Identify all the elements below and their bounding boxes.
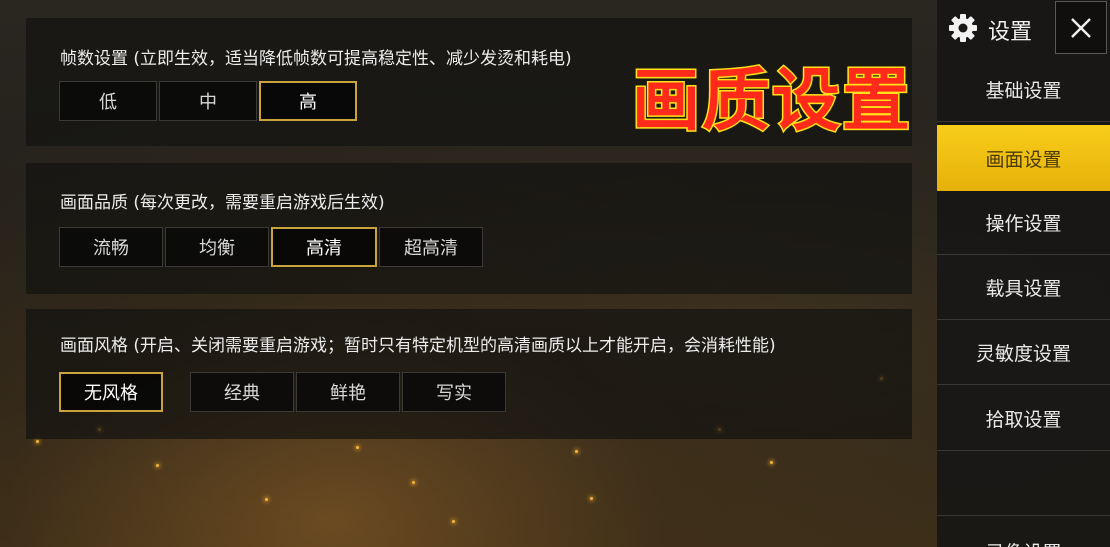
- quality-smooth-button[interactable]: 流畅: [59, 227, 163, 267]
- sidebar-title: 设置: [988, 20, 1033, 45]
- spark: [590, 497, 593, 500]
- spark: [575, 450, 578, 453]
- spark: [36, 440, 39, 443]
- graphics-style-options: 无风格 经典 鲜艳 写实: [59, 372, 508, 412]
- spark: [356, 446, 359, 449]
- style-realistic-button[interactable]: 写实: [402, 372, 506, 412]
- sidebar-item-pickup[interactable]: 拾取设置: [937, 387, 1110, 451]
- spark: [265, 498, 268, 501]
- sidebar-item-controls[interactable]: 操作设置: [937, 191, 1110, 255]
- quality-balanced-button[interactable]: 均衡: [165, 227, 269, 267]
- style-none-button[interactable]: 无风格: [59, 372, 163, 412]
- frame-rate-medium-button[interactable]: 中: [159, 81, 257, 121]
- spark: [452, 520, 455, 523]
- graphics-quality-title: 画面品质 (每次更改，需要重启游戏后生效): [60, 193, 385, 213]
- quality-ultra-hd-button[interactable]: 超高清: [379, 227, 483, 267]
- sidebar-item-empty[interactable]: [937, 452, 1110, 516]
- quality-hd-button[interactable]: 高清: [271, 227, 377, 267]
- option-gap: [165, 372, 190, 412]
- frame-rate-high-button[interactable]: 高: [259, 81, 357, 121]
- spark: [412, 481, 415, 484]
- sidebar-item-basic[interactable]: 基础设置: [937, 58, 1110, 122]
- graphics-style-section: 画面风格 (开启、关闭需要重启游戏；暂时只有特定机型的高清画质以上才能开启，会消…: [26, 309, 912, 439]
- close-button[interactable]: [1055, 1, 1107, 54]
- gear-icon: [949, 14, 977, 42]
- spark: [156, 464, 159, 467]
- spark: [770, 461, 773, 464]
- frame-rate-low-button[interactable]: 低: [59, 81, 157, 121]
- settings-sidebar: 设置 基础设置 画面设置 操作设置 载具设置 灵敏度设置 拾取设置 录像设置: [937, 0, 1110, 547]
- frame-rate-title: 帧数设置 (立即生效，适当降低帧数可提高稳定性、减少发烫和耗电): [60, 49, 572, 69]
- graphics-quality-section: 画面品质 (每次更改，需要重启游戏后生效) 流畅 均衡 高清 超高清: [26, 163, 912, 294]
- sidebar-item-graphics[interactable]: 画面设置: [937, 125, 1110, 191]
- graphics-quality-options: 流畅 均衡 高清 超高清: [59, 227, 485, 267]
- graphics-style-title: 画面风格 (开启、关闭需要重启游戏；暂时只有特定机型的高清画质以上才能开启，会消…: [60, 336, 776, 356]
- close-icon: [1071, 17, 1091, 38]
- style-classic-button[interactable]: 经典: [190, 372, 294, 412]
- overlay-caption: 画质设置: [630, 61, 913, 143]
- style-vivid-button[interactable]: 鲜艳: [296, 372, 400, 412]
- frame-rate-options: 低 中 高: [59, 81, 359, 121]
- sidebar-item-replay[interactable]: 录像设置: [937, 518, 1110, 547]
- sidebar-header: 设置: [937, 0, 1110, 56]
- sidebar-item-vehicle[interactable]: 载具设置: [937, 256, 1110, 320]
- sidebar-item-sensitivity[interactable]: 灵敏度设置: [937, 321, 1110, 385]
